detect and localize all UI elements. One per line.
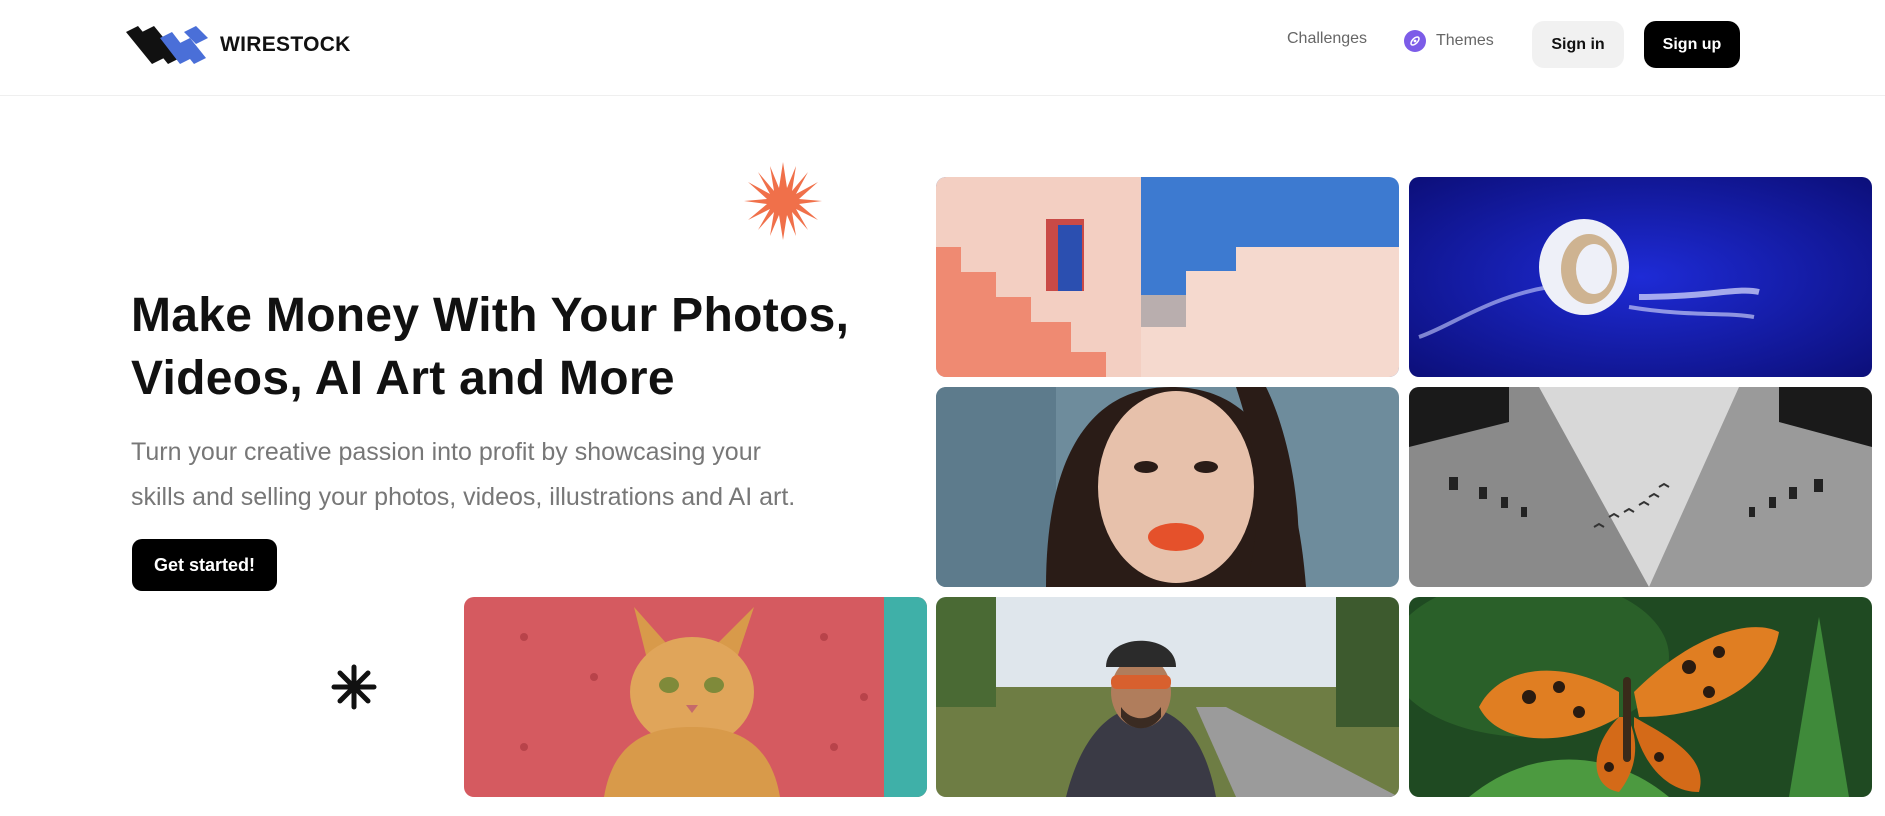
gallery-tile-cat[interactable] — [464, 597, 927, 797]
asterisk-icon — [331, 664, 377, 710]
nav-themes-label: Themes — [1436, 32, 1494, 49]
cat-image — [464, 597, 927, 797]
hero-title-line: Make Money With Your Photos, — [131, 289, 850, 342]
jellyfish-image — [1409, 177, 1872, 377]
portrait-image — [936, 387, 1399, 587]
starburst-icon — [744, 162, 822, 240]
hero-title-line: Videos, AI Art and More — [131, 352, 675, 405]
buildings-image — [1409, 387, 1872, 587]
brand-name: WIRESTOCK — [220, 33, 351, 56]
themes-icon — [1404, 30, 1426, 52]
hero-title: Make Money With Your Photos, Videos, AI … — [131, 284, 891, 410]
gallery-tile-cyclist[interactable] — [936, 597, 1399, 797]
nav-challenges-link[interactable]: Challenges — [1287, 30, 1367, 48]
sign-up-button[interactable]: Sign up — [1644, 21, 1740, 68]
gallery-tile-pink-stairs[interactable] — [936, 177, 1399, 377]
butterfly-image — [1409, 597, 1872, 797]
brand-logo[interactable]: WIRESTOCK — [126, 24, 351, 66]
gallery-tile-buildings[interactable] — [1409, 387, 1872, 587]
gallery-tile-jellyfish[interactable] — [1409, 177, 1872, 377]
nav-themes-link[interactable]: Themes — [1404, 30, 1494, 52]
gallery-tile-butterfly[interactable] — [1409, 597, 1872, 797]
get-started-button[interactable]: Get started! — [132, 539, 277, 591]
hero-subtitle: Turn your creative passion into profit b… — [131, 430, 851, 520]
hero-subtitle-line: skills and selling your photos, videos, … — [131, 483, 796, 511]
logo-mark-icon — [126, 26, 208, 64]
gallery-tile-portrait[interactable] — [936, 387, 1399, 587]
sign-in-button[interactable]: Sign in — [1532, 21, 1624, 68]
hero-subtitle-line: Turn your creative passion into profit b… — [131, 438, 761, 466]
pink-stairs-image — [936, 177, 1399, 377]
site-header: WIRESTOCK Challenges Themes Sign in Sign… — [0, 0, 1885, 96]
cyclist-image — [936, 597, 1399, 797]
